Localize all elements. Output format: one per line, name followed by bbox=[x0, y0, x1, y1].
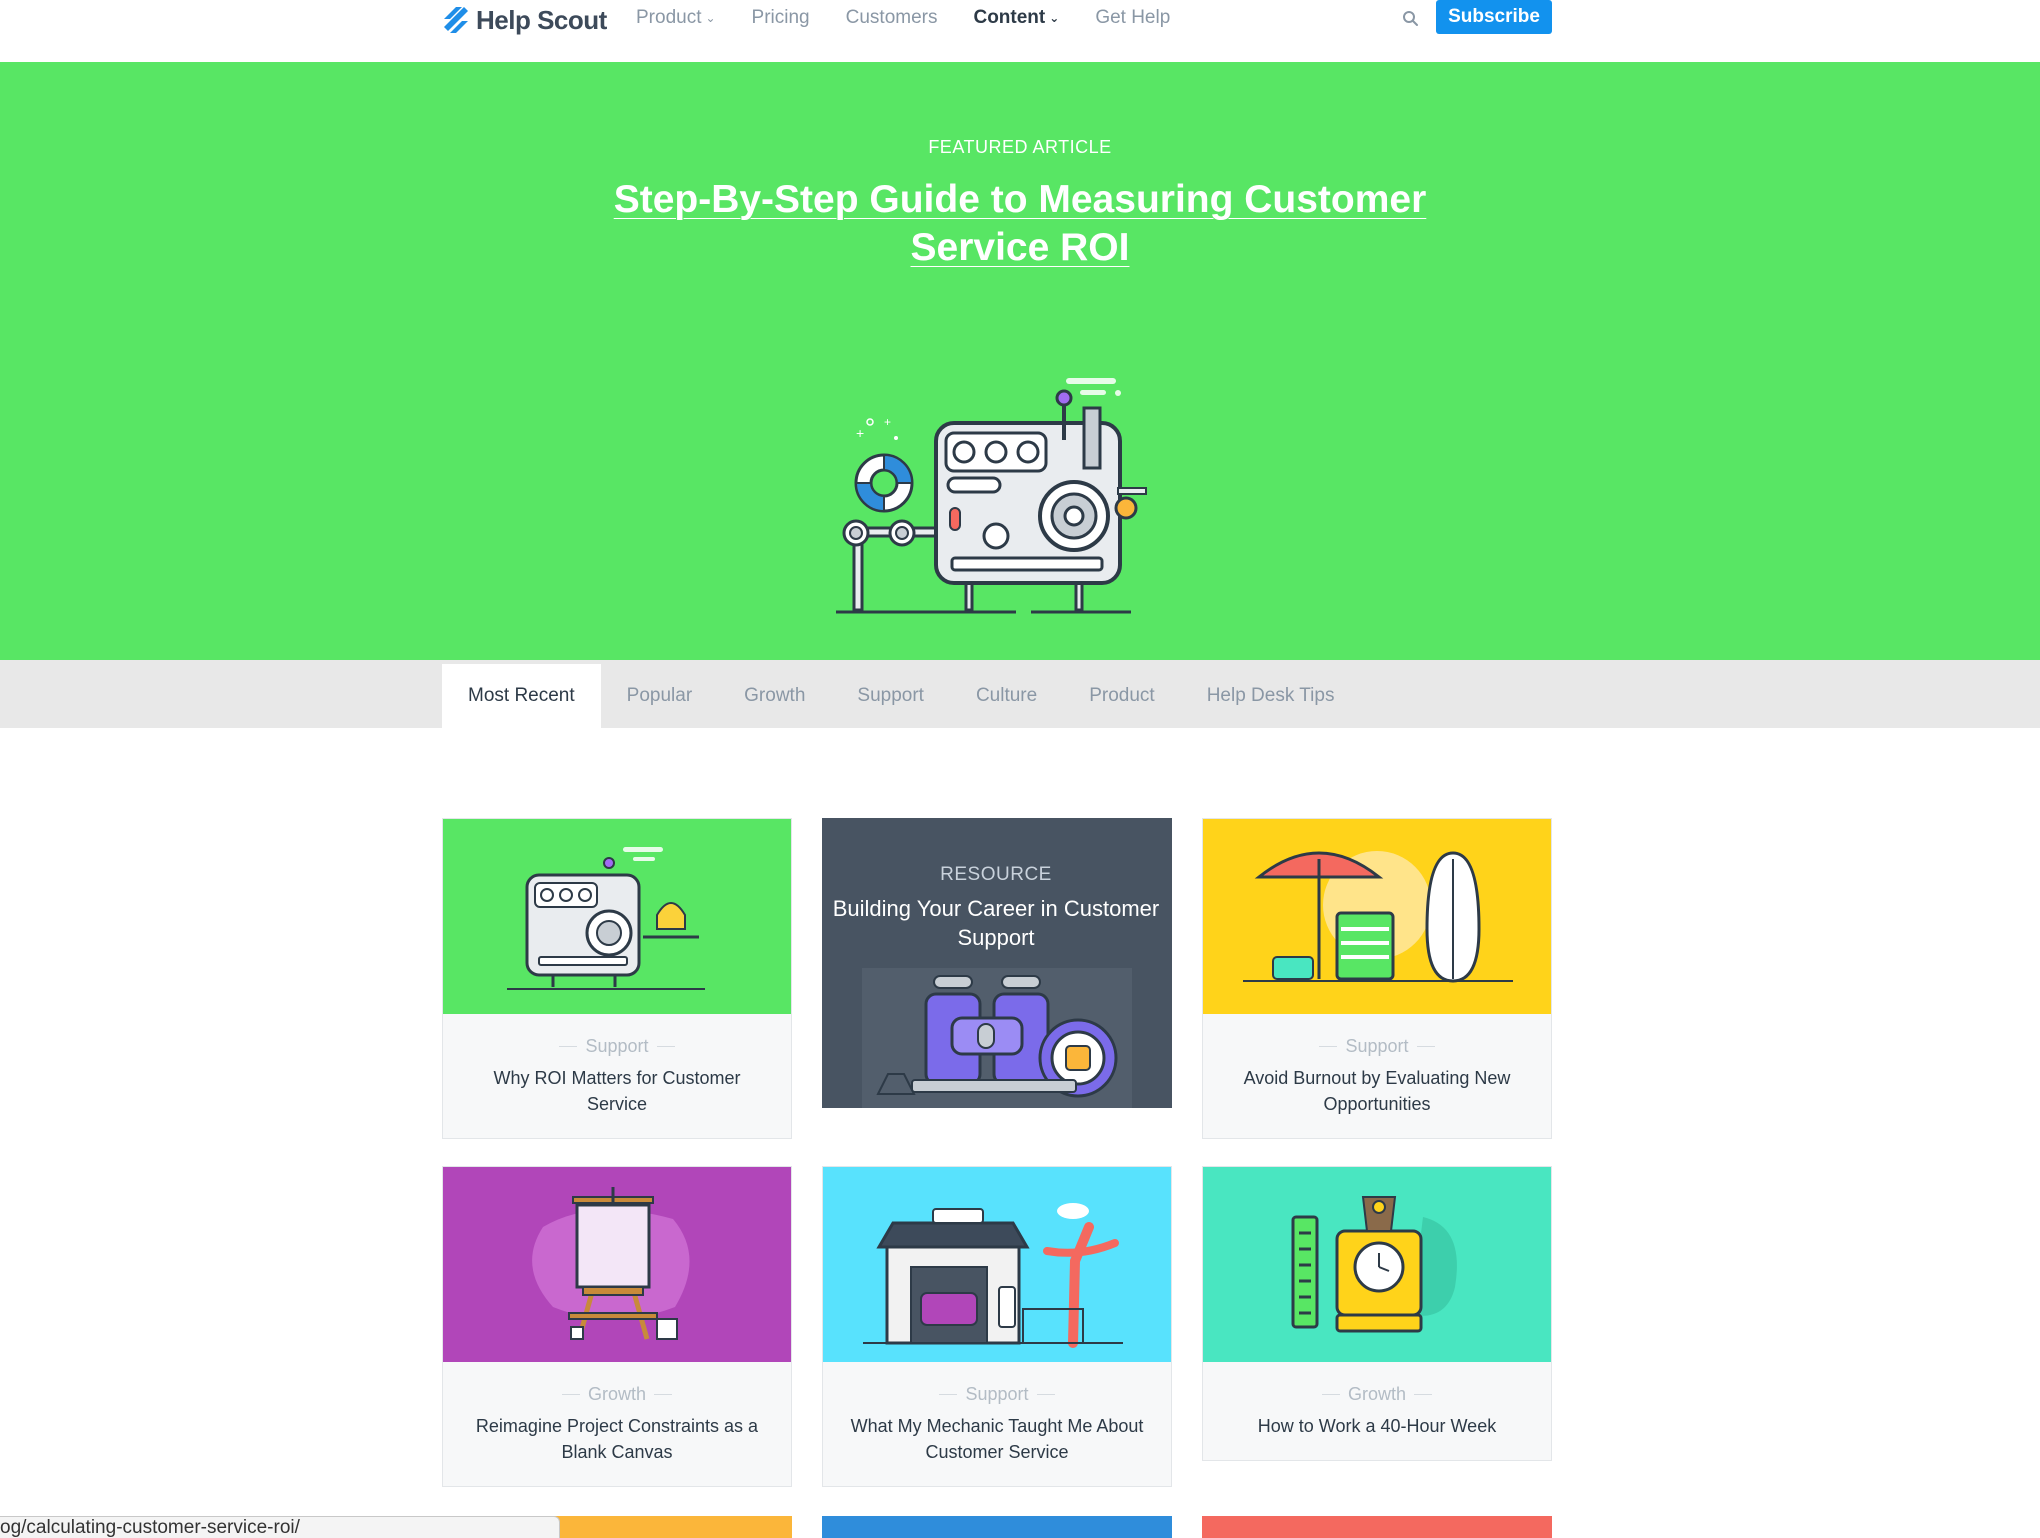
card-thumbnail bbox=[1203, 819, 1551, 1014]
subscribe-button[interactable]: Subscribe bbox=[1436, 0, 1552, 34]
featured-article-title[interactable]: Step-By-Step Guide to Measuring Customer… bbox=[570, 176, 1470, 272]
card-meta: Support Avoid Burnout by Evaluating New … bbox=[1203, 1014, 1551, 1138]
garage-thumbnail bbox=[863, 1203, 1123, 1348]
help-scout-logo[interactable]: Help Scout bbox=[442, 2, 607, 38]
tab-help-desk-tips[interactable]: Help Desk Tips bbox=[1181, 664, 1361, 728]
category-tabs-bar: Most Recent Popular Growth Support Cultu… bbox=[0, 660, 2040, 728]
roi-machine-thumbnail bbox=[507, 847, 705, 990]
card-meta: Growth Reimagine Project Constraints as … bbox=[443, 1362, 791, 1486]
card-title[interactable]: What My Mechanic Taught Me About Custome… bbox=[847, 1413, 1147, 1465]
card-meta: Support Why ROI Matters for Customer Ser… bbox=[443, 1014, 791, 1138]
primary-nav: Product ⌄ Pricing Customers Content ⌄ Ge… bbox=[636, 0, 1206, 36]
resource-card[interactable]: RESOURCE Building Your Career in Custome… bbox=[822, 818, 1172, 1108]
nav-pricing[interactable]: Pricing bbox=[752, 7, 810, 29]
easel-canvas-thumbnail bbox=[532, 1187, 690, 1340]
article-card[interactable]: Support Avoid Burnout by Evaluating New … bbox=[1202, 818, 1552, 1139]
card-category: Support bbox=[823, 1384, 1171, 1405]
browser-status-url: og/calculating-customer-service-roi/ bbox=[0, 1516, 560, 1538]
card-title[interactable]: Reimagine Project Constraints as a Blank… bbox=[467, 1413, 767, 1465]
card-title[interactable]: How to Work a 40-Hour Week bbox=[1227, 1413, 1527, 1439]
category-tabs: Most Recent Popular Growth Support Cultu… bbox=[442, 664, 1360, 728]
chevron-down-icon: ⌄ bbox=[705, 11, 716, 25]
tab-popular[interactable]: Popular bbox=[601, 664, 719, 728]
card-category-label: Support bbox=[965, 1384, 1029, 1404]
nav-content-label: Content bbox=[973, 7, 1046, 28]
nav-get-help[interactable]: Get Help bbox=[1095, 7, 1170, 29]
roi-machine-illustration: + + bbox=[836, 378, 1147, 614]
tab-support[interactable]: Support bbox=[831, 664, 950, 728]
logo-text: Help Scout bbox=[476, 4, 607, 35]
card-meta: Support What My Mechanic Taught Me About… bbox=[823, 1362, 1171, 1486]
help-scout-logo-icon bbox=[444, 7, 468, 33]
card-category: Support bbox=[443, 1036, 791, 1057]
top-nav: Help Scout Product ⌄ Pricing Customers C… bbox=[0, 0, 2040, 62]
nav-content[interactable]: Content ⌄ bbox=[973, 7, 1059, 29]
card-category-label: Growth bbox=[587, 1384, 647, 1404]
article-card[interactable]: Support What My Mechanic Taught Me About… bbox=[822, 1166, 1172, 1487]
card-category: Growth bbox=[1203, 1384, 1551, 1405]
card-thumbnail bbox=[823, 1167, 1171, 1362]
next-card-peek[interactable] bbox=[1202, 1516, 1552, 1538]
nav-pricing-label: Pricing bbox=[751, 7, 810, 28]
clock-thumbnail bbox=[1291, 1196, 1457, 1333]
card-category-label: Growth bbox=[1347, 1384, 1407, 1404]
nav-customers[interactable]: Customers bbox=[846, 7, 938, 29]
resource-kicker: RESOURCE bbox=[940, 864, 1052, 885]
card-thumbnail bbox=[443, 819, 791, 1014]
card-thumbnail bbox=[1203, 1167, 1551, 1362]
svg-text:+: + bbox=[856, 425, 864, 441]
card-thumbnail bbox=[443, 1167, 791, 1362]
chevron-down-icon: ⌄ bbox=[1049, 11, 1060, 25]
career-resource-illustration bbox=[862, 968, 1132, 1108]
card-category-label: Support bbox=[585, 1036, 649, 1056]
beach-chair-thumbnail bbox=[1243, 851, 1513, 983]
resource-title: Building Your Career in Customer Support bbox=[832, 896, 1160, 950]
article-card[interactable]: Support Why ROI Matters for Customer Ser… bbox=[442, 818, 792, 1139]
search-icon[interactable] bbox=[1400, 8, 1422, 30]
nav-customers-label: Customers bbox=[845, 7, 938, 28]
tab-growth[interactable]: Growth bbox=[718, 664, 831, 728]
nav-product[interactable]: Product ⌄ bbox=[636, 7, 716, 29]
article-card[interactable]: Growth Reimagine Project Constraints as … bbox=[442, 1166, 792, 1487]
tab-product[interactable]: Product bbox=[1063, 664, 1180, 728]
featured-hero: FEATURED ARTICLE Step-By-Step Guide to M… bbox=[0, 62, 2040, 660]
next-card-peek[interactable] bbox=[822, 1516, 1172, 1538]
card-category: Support bbox=[1203, 1036, 1551, 1057]
card-category-label: Support bbox=[1345, 1036, 1409, 1056]
card-thumbnail: RESOURCE Building Your Career in Custome… bbox=[822, 818, 1170, 1108]
card-title[interactable]: Avoid Burnout by Evaluating New Opportun… bbox=[1227, 1065, 1527, 1117]
article-card[interactable]: Growth How to Work a 40-Hour Week bbox=[1202, 1166, 1552, 1461]
svg-text:+: + bbox=[884, 415, 891, 429]
card-title[interactable]: Why ROI Matters for Customer Service bbox=[467, 1065, 767, 1117]
tab-culture[interactable]: Culture bbox=[950, 664, 1063, 728]
card-meta: Growth How to Work a 40-Hour Week bbox=[1203, 1362, 1551, 1460]
featured-kicker: FEATURED ARTICLE bbox=[928, 137, 1112, 157]
card-category: Growth bbox=[443, 1384, 791, 1405]
tab-most-recent[interactable]: Most Recent bbox=[442, 664, 601, 728]
nav-product-label: Product bbox=[636, 7, 702, 28]
nav-get-help-label: Get Help bbox=[1095, 7, 1171, 28]
